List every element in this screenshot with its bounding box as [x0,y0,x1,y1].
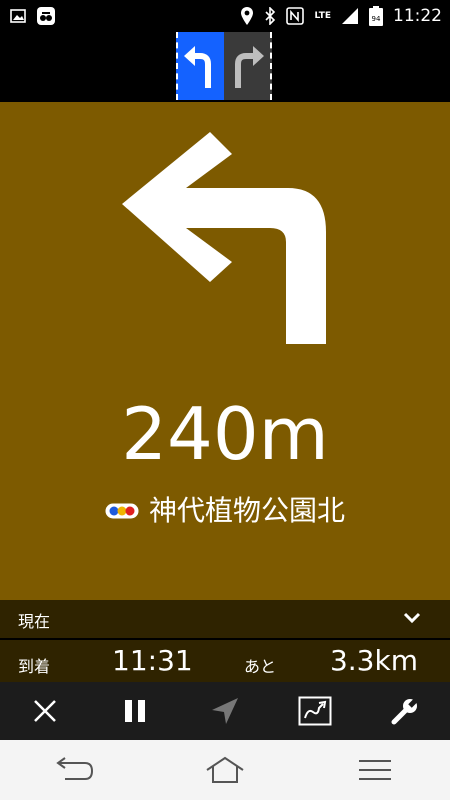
system-navigation [0,740,450,800]
network-type: LTE [314,10,331,21]
app-notification-icon [37,7,55,25]
guidance-panel: 240m 神代植物公園北 [0,102,450,600]
traffic-signal-icon [105,503,139,519]
arrival-label: 到着 [18,657,51,676]
route-button[interactable] [285,682,345,740]
distance-to-turn: 240m [121,392,329,476]
lane-left-turn-icon [184,46,211,88]
lane-right-inactive [224,32,272,100]
home-icon [206,756,244,783]
lane-guidance [0,32,450,102]
close-button[interactable] [15,682,75,740]
status-time: 11:22 [393,6,442,26]
settings-button[interactable] [375,682,435,740]
menu-icon [359,760,391,780]
wrench-icon [391,696,420,725]
chevron-down-icon[interactable] [402,610,422,626]
street-name: 神代植物公園北 [148,494,345,527]
back-icon [56,757,94,780]
home-button[interactable] [190,740,260,800]
battery-indicator: 94 [369,6,383,26]
lane-right-turn-icon [235,46,264,88]
back-button[interactable] [40,740,110,800]
pause-icon [125,700,145,722]
arrival-row: 到着 11:31 あと 3.3km [0,640,450,682]
nav-toolbar [0,682,450,740]
remaining-distance: 3.3km [329,644,418,677]
street-info: 神代植物公園北 [0,494,450,528]
remaining-label: あと [244,657,277,676]
pause-button[interactable] [105,682,165,740]
navigation-icon [212,698,238,724]
current-row[interactable]: 現在 [0,600,450,638]
image-icon [10,9,26,23]
current-label: 現在 [18,612,51,631]
lane-left-active [176,32,224,100]
location-icon [241,7,254,25]
nfc-icon [286,7,305,25]
route-icon [298,696,332,726]
menu-button[interactable] [340,740,410,800]
close-icon [34,700,56,722]
arrival-time: 11:31 [112,644,193,677]
signal-icon [342,8,358,24]
status-bar: LTE 94 11:22 [0,0,450,32]
left-turn-arrow-icon [122,132,326,344]
bluetooth-icon [265,7,276,25]
battery-level: 94 [371,15,381,23]
navigation-button[interactable] [195,682,255,740]
